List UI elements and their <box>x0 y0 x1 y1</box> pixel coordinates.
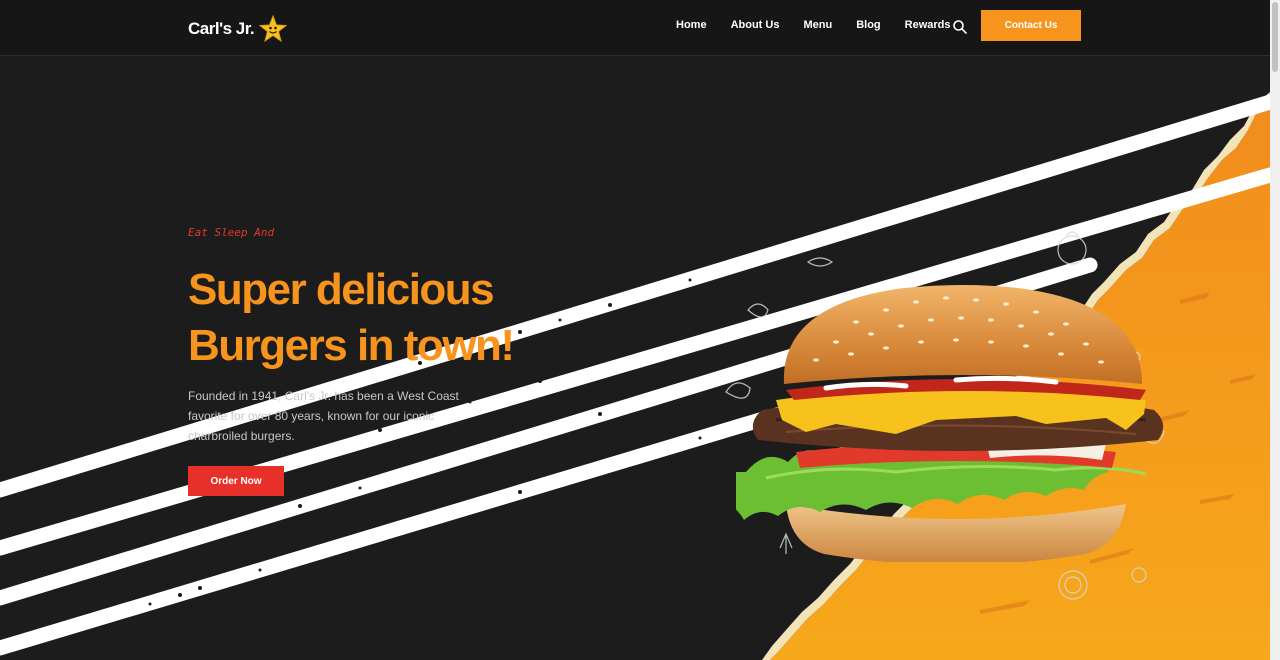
nav-item-blog[interactable]: Blog <box>856 19 880 31</box>
hero-headline-line1: Super delicious <box>188 265 495 314</box>
hero-description: Founded in 1941, Carl's Jr. has been a W… <box>188 389 459 443</box>
logo-text: Carl's Jr. <box>188 19 255 38</box>
nav-item-menu[interactable]: Menu <box>803 19 832 31</box>
site-header: Carl's Jr. Home About Us Menu Blog Rewar… <box>0 0 1270 56</box>
order-now-button[interactable]: Order Now <box>188 466 284 496</box>
scrollbar-thumb[interactable] <box>1272 2 1278 72</box>
contact-us-button[interactable]: Contact Us <box>981 10 1081 41</box>
logo[interactable]: Carl's Jr. <box>188 14 288 44</box>
nav-item-home[interactable]: Home <box>676 19 707 31</box>
hero-headline: Super delicious Burgers in town! <box>188 262 608 374</box>
page-scrollbar[interactable] <box>1270 0 1280 660</box>
nav-item-rewards[interactable]: Rewards <box>905 19 951 31</box>
hero-tagline: Eat Sleep And <box>188 226 275 239</box>
hero-headline-line2: Burgers in town! <box>188 321 515 370</box>
main-nav: Home About Us Menu Blog Rewards <box>676 19 975 31</box>
burger-image <box>736 285 1164 562</box>
star-icon <box>258 14 288 43</box>
nav-item-about-us[interactable]: About Us <box>731 19 780 31</box>
search-icon[interactable] <box>952 19 968 35</box>
page: Carl's Jr. Home About Us Menu Blog Rewar… <box>0 0 1280 660</box>
